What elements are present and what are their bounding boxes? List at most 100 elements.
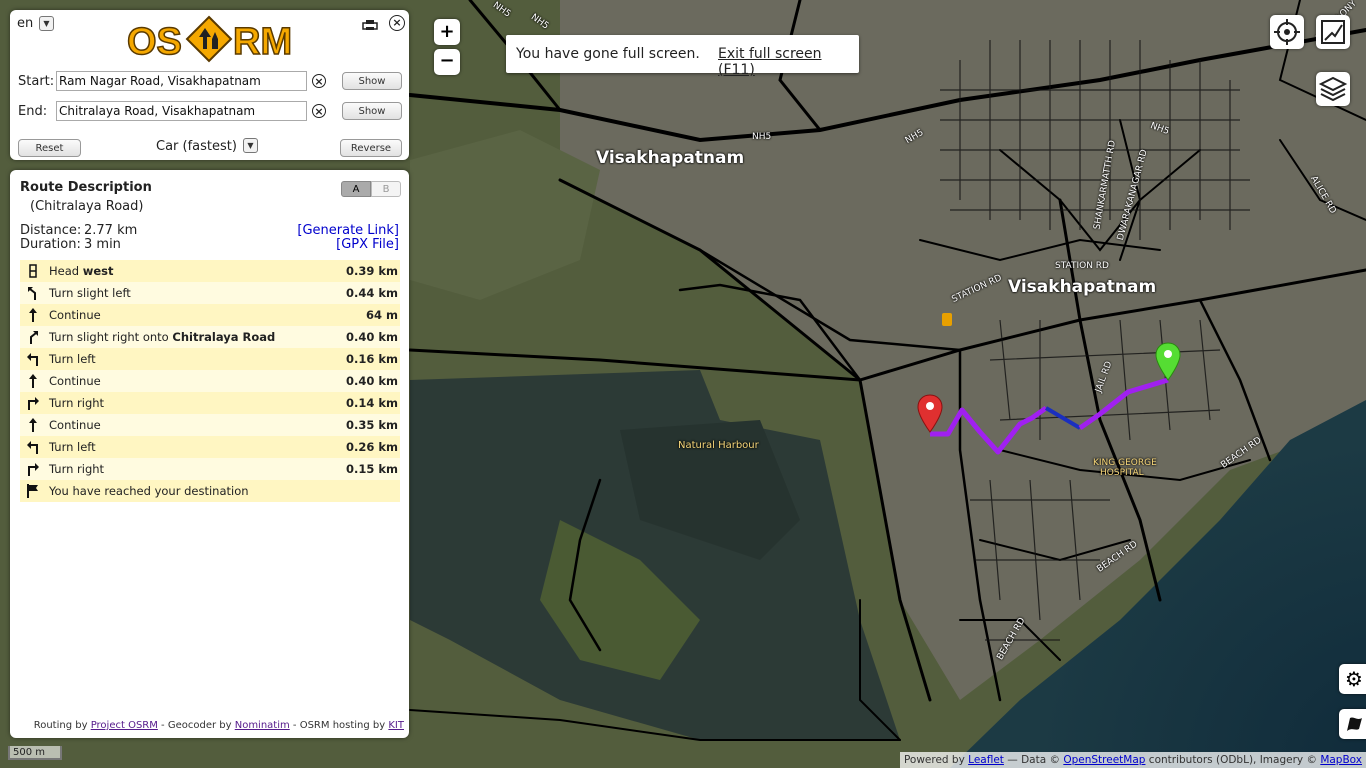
hospital-label: HOSPITAL [1100,468,1144,478]
instruction-row[interactable]: Turn right 0.14 km [20,392,400,414]
instruction-row[interactable]: Turn left 0.26 km [20,436,400,458]
instruction-text: Turn left [49,440,96,454]
route-edit-button[interactable] [1316,15,1350,49]
mapbox-button[interactable] [1339,709,1366,739]
show-end-button[interactable]: Show [342,102,402,120]
fullscreen-message: You have gone full screen. [516,46,700,62]
instruction-text: You have reached your destination [49,484,249,498]
leaflet-link[interactable]: Leaflet [968,754,1004,766]
attribution: Powered by Leaflet — Data © OpenStreetMa… [899,752,1366,768]
instruction-label: Turn right [49,462,105,476]
instruction-row[interactable]: Continue 0.35 km [20,414,400,436]
straight-icon [26,373,40,389]
instruction-text: Turn right [49,396,104,410]
tab-a[interactable]: A [341,181,371,197]
svg-text:OS: OS [127,21,182,63]
show-start-button[interactable]: Show [342,72,402,90]
instruction-text: Turn slight right onto Chitralaya Road [49,330,275,344]
instruction-distance: 0.39 km [345,264,398,278]
clear-start-icon[interactable]: × [312,74,326,88]
instruction-label: Continue [49,374,101,388]
road-label: NH5 [752,132,772,142]
city-label: Visakhapatnam [1008,277,1157,297]
exit-fullscreen-link[interactable]: Exit full screen (F11) [718,46,859,78]
instruction-distance: 64 m [366,308,398,322]
reset-button[interactable]: Reset [18,139,81,157]
instruction-row[interactable]: Turn left 0.16 km [20,348,400,370]
slight-left-icon [26,285,40,301]
generate-link[interactable]: [Generate Link] [297,223,399,238]
train-station-icon [942,313,952,326]
svg-text:RM: RM [233,21,292,63]
language-select[interactable]: en [17,16,33,31]
tab-b[interactable]: B [371,181,401,197]
settings-button[interactable]: ⚙ [1339,664,1366,694]
project-osrm-link[interactable]: Project OSRM [91,720,158,731]
language-chevron-icon[interactable]: ▼ [39,16,54,31]
zoom-in-button[interactable]: + [434,19,460,45]
mapbox-link[interactable]: MapBox [1320,754,1362,766]
straight-icon [26,417,40,433]
duration-label: Duration: [20,237,81,252]
mode-chevron-icon[interactable]: ▼ [243,138,258,153]
attr-text: — Data © [1003,754,1064,766]
osm-link[interactable]: OpenStreetMap [1063,754,1145,766]
instruction-row[interactable]: Turn slight left 0.44 km [20,282,400,304]
scale-bar: 500 m [8,746,62,760]
nominatim-link[interactable]: Nominatim [235,720,290,731]
route-subtitle: (Chitralaya Road) [30,199,144,214]
layers-icon [1318,76,1348,102]
turn-right-icon [26,461,40,477]
instruction-label: Head [49,264,83,278]
end-marker-icon[interactable] [917,394,943,434]
end-input[interactable]: Chitralaya Road, Visakhapatnam [56,101,307,121]
fullscreen-notice: You have gone full screen. Exit full scr… [506,35,859,78]
instruction-distance: 0.14 km [345,396,398,410]
instruction-row[interactable]: You have reached your destination [20,480,400,502]
instruction-text: Turn right [49,462,104,476]
layers-button[interactable] [1316,72,1350,106]
end-label: End: [18,104,48,119]
instruction-distance: 0.15 km [345,462,398,476]
flag-wave-icon [1347,717,1362,731]
instruction-row[interactable]: Continue 0.40 km [20,370,400,392]
instruction-distance: 0.40 km [345,374,398,388]
instruction-row[interactable]: Turn slight right onto Chitralaya Road 0.… [20,326,400,348]
footer-text: - Geocoder by [157,720,235,731]
distance-value: 2.77 km [84,223,138,238]
attr-text: Powered by [903,754,969,766]
instruction-distance: 0.44 km [345,286,398,300]
locate-button[interactable] [1270,15,1304,49]
hospital-label: KING GEORGE [1093,458,1157,468]
kit-link[interactable]: KIT [388,720,404,731]
instruction-text: Continue [49,418,101,432]
instruction-row[interactable]: Turn right 0.15 km [20,458,400,480]
start-label: Start: [18,74,55,89]
clear-end-icon[interactable]: × [312,104,326,118]
close-icon[interactable]: × [389,15,405,31]
instruction-label: Continue [49,418,101,432]
route-description-panel: Route Description (Chitralaya Road) A B … [10,170,409,738]
printer-icon[interactable] [362,16,378,30]
mode-select[interactable]: Car (fastest) [156,139,237,154]
instruction-label: Turn left [49,440,96,454]
instruction-label: Turn right [49,396,105,410]
head-icon [26,263,40,279]
straight-icon [26,307,40,323]
reverse-button[interactable]: Reverse [340,139,402,157]
attr-text: contributors (ODbL), Imagery © [1145,754,1321,766]
start-marker-icon[interactable] [1155,342,1181,382]
instruction-label: You have reached your destination [49,484,249,498]
gear-icon: ⚙ [1345,667,1363,691]
turn-left-icon [26,439,40,455]
gpx-file-link[interactable]: [GPX File] [336,237,399,252]
road-label: STATION RD [1055,261,1109,271]
footer-text: - OSRM hosting by [289,720,389,731]
instruction-row[interactable]: Head west 0.39 km [20,260,400,282]
duration-value: 3 min [84,237,121,252]
turn-left-icon [26,351,40,367]
zoom-out-button[interactable]: − [434,49,460,75]
start-input[interactable]: Ram Nagar Road, Visakhapatnam [56,71,307,91]
instruction-label: Turn slight left [49,286,131,300]
instruction-row[interactable]: Continue 64 m [20,304,400,326]
